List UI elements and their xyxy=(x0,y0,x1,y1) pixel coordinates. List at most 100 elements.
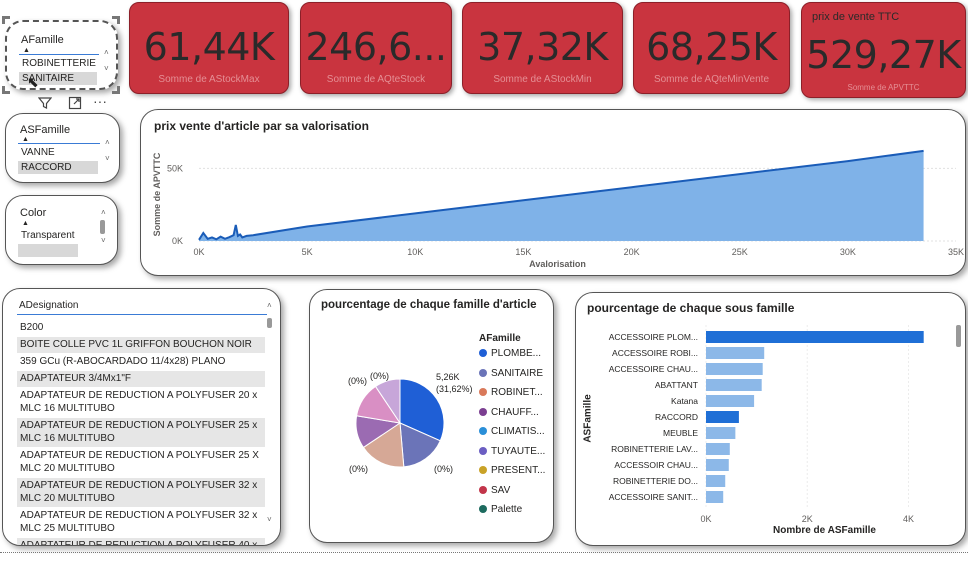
legend-item[interactable]: ROBINET... xyxy=(479,387,543,398)
legend-dot-icon xyxy=(479,446,487,455)
legend-dot-icon xyxy=(479,407,487,416)
slicer-afamille-title: AFamille xyxy=(21,34,64,46)
scroll-up-icon[interactable]: ˄ xyxy=(101,208,106,217)
selection-handle-icon[interactable] xyxy=(2,86,10,94)
area-chart: 0K 50K 0K 5K 10K 15K 20K 25K 30K 35K Avalorisation… xyxy=(152,149,964,269)
kpi-value: 37,32K xyxy=(477,25,608,69)
legend-item[interactable]: PLOMBE... xyxy=(479,348,541,359)
slicer-asfamille[interactable]: ASFamille ▲ VANNE RACCORD ˄ ˅ xyxy=(5,113,120,183)
bar xyxy=(706,331,924,343)
bar-chart-panel[interactable]: pourcentage de chaque sous famille ASFam… xyxy=(575,292,966,546)
bar xyxy=(706,379,762,391)
slicer-item-raccord[interactable]: RACCORD xyxy=(18,161,98,174)
slicer-item-robinetterie[interactable]: ROBINETTERIE xyxy=(19,57,97,70)
cursor-icon: ⬉ xyxy=(27,74,39,90)
bar xyxy=(706,491,724,503)
x-tick-label: 4K xyxy=(903,514,914,524)
kpi-value: 61,44K xyxy=(143,25,275,69)
scroll-down-icon[interactable]: ˅ xyxy=(101,236,106,245)
pie-label-zero: (0%) xyxy=(434,464,454,474)
kpi-card-pvttc[interactable]: prix de vente TTC 529,27K Somme de APVTT… xyxy=(801,2,966,98)
legend-label: CHAUFF... xyxy=(491,406,539,418)
legend-label: CLIMATIS... xyxy=(491,426,545,437)
sort-arrow-icon[interactable]: ▲ xyxy=(22,136,29,143)
scrollbar-thumb[interactable] xyxy=(267,318,272,328)
designation-table-panel[interactable]: ADesignation B200 BOITE COLLE PVC 1L GRIF… xyxy=(2,288,281,546)
more-options-icon[interactable]: ··· xyxy=(93,93,107,109)
pie-label-main-value: 5,26K xyxy=(436,372,460,382)
slicer-color[interactable]: Color ▲ Transparent ˄ ˅ xyxy=(5,195,118,265)
scroll-down-icon[interactable]: ˅ xyxy=(267,515,272,524)
legend-label: SAV xyxy=(491,484,511,496)
table-row[interactable]: ADAPTATEUR DE REDUCTION A POLYFUSER 25 X… xyxy=(17,448,265,477)
table-row[interactable]: ADAPTATEUR DE REDUCTION A POLYFUSER 20 x… xyxy=(17,388,265,417)
x-tick-label: 35K xyxy=(948,247,964,257)
slicer-item-vanne[interactable]: VANNE xyxy=(18,146,98,159)
legend-dot-icon xyxy=(479,427,487,435)
slicer-item-transparent[interactable]: Transparent xyxy=(18,229,96,242)
kpi-card-stockmax[interactable]: 61,44K Somme de AStockMax xyxy=(129,2,289,94)
bar xyxy=(706,363,763,375)
scrollbar-thumb[interactable] xyxy=(956,325,961,347)
slicer-item-blank[interactable] xyxy=(18,244,78,257)
legend-label: SANITAIRE xyxy=(491,367,544,379)
bar xyxy=(706,347,765,359)
table-row[interactable]: ADAPTATEUR DE REDUCTION A POLYFUSER 25 x… xyxy=(17,418,265,447)
scrollbar-thumb[interactable] xyxy=(100,220,105,234)
table-row[interactable]: BOITE COLLE PVC 1L GRIFFON BOUCHON NOIR xyxy=(17,337,265,353)
legend-dot-icon xyxy=(479,505,487,513)
x-axis-label: Nombre de ASFamille xyxy=(773,525,876,536)
legend-title: AFamille xyxy=(479,333,521,344)
pie-chart-panel[interactable]: pourcentage de chaque famille d'article … xyxy=(309,289,554,543)
scroll-down-icon[interactable]: ˅ xyxy=(104,64,109,73)
kpi-label: Somme de APVTTC xyxy=(847,83,920,92)
legend-label: Palette xyxy=(491,504,523,515)
legend-dot-icon xyxy=(479,466,487,474)
selection-handle-icon[interactable] xyxy=(2,16,10,24)
selection-handle-icon[interactable] xyxy=(112,16,120,24)
legend-item[interactable]: SANITAIRE xyxy=(479,368,543,379)
selection-handle-icon[interactable] xyxy=(112,86,120,94)
x-tick-label: 20K xyxy=(624,247,640,257)
table-row[interactable]: ADAPTATEUR DE REDUCTION A POLYFUSER 40 x… xyxy=(17,538,265,545)
bar xyxy=(706,395,755,407)
legend-item[interactable]: SAV xyxy=(479,485,510,496)
slicer-divider xyxy=(19,54,99,55)
sort-arrow-icon[interactable]: ▲ xyxy=(22,220,29,227)
legend-item[interactable]: TUYAUTE... xyxy=(479,446,545,457)
scroll-up-icon[interactable]: ˄ xyxy=(105,138,110,147)
bar xyxy=(706,459,729,471)
slicer-afamille[interactable]: AFamille ▲ ROBINETTERIE SANITAIRE ˄ ˅ ⬉ xyxy=(5,20,118,90)
bar xyxy=(706,427,736,439)
scroll-up-icon[interactable]: ˄ xyxy=(104,48,109,57)
x-tick-label: 0K xyxy=(700,514,711,524)
pie-label-zero: (0%) xyxy=(370,371,390,381)
x-tick-label: 10K xyxy=(407,247,423,257)
scroll-down-icon[interactable]: ˅ xyxy=(105,154,110,163)
x-axis-label: Avalorisation xyxy=(529,259,586,269)
y-tick-label: 50K xyxy=(167,163,183,173)
scroll-up-icon[interactable]: ˄ xyxy=(267,301,272,310)
table-row[interactable]: ADAPTATEUR DE REDUCTION A POLYFUSER 32 x… xyxy=(17,478,265,507)
focus-mode-icon[interactable] xyxy=(68,96,82,113)
slicer-color-title: Color xyxy=(20,207,47,219)
sort-arrow-icon[interactable]: ▲ xyxy=(23,47,30,54)
table-row[interactable]: B200 xyxy=(17,320,265,336)
table-header[interactable]: ADesignation xyxy=(19,300,78,311)
y-tick-label: 0K xyxy=(172,236,183,246)
legend-label: PRESENT... xyxy=(491,465,546,476)
kpi-card-qteminvente[interactable]: 68,25K Somme de AQteMinVente xyxy=(633,2,790,94)
kpi-card-stockmin[interactable]: 37,32K Somme de AStockMin xyxy=(462,2,623,94)
legend-item[interactable]: CLIMATIS... xyxy=(479,426,545,437)
legend-item[interactable]: CHAUFF... xyxy=(479,407,539,418)
legend-item[interactable]: Palette xyxy=(479,504,522,515)
area-chart-panel[interactable]: prix vente d'article par sa valorisation… xyxy=(140,109,966,276)
legend-dot-icon xyxy=(479,349,487,357)
filter-icon[interactable] xyxy=(37,96,53,113)
pie-label-zero: (0%) xyxy=(349,464,369,474)
kpi-card-qtestock[interactable]: 246,6... Somme de AQteStock xyxy=(300,2,452,94)
table-row[interactable]: 359 GCu (R-ABOCARDADO 11/4x28) PLANO xyxy=(17,354,265,370)
table-row[interactable]: ADAPTATEUR DE REDUCTION A POLYFUSER 32 x… xyxy=(17,508,265,537)
table-row[interactable]: ADAPTATEUR 3/4Mx1"F xyxy=(17,371,265,387)
legend-item[interactable]: PRESENT... xyxy=(479,465,545,476)
